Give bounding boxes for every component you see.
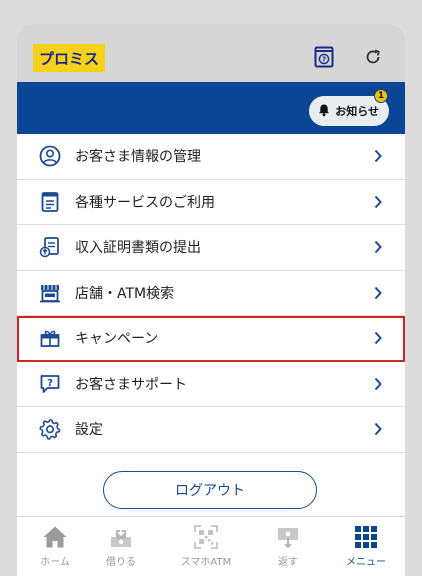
- notice-count-badge: 1: [374, 89, 388, 103]
- menu-item-store-atm[interactable]: 店舗・ATM検索: [17, 271, 405, 316]
- app-screen: プロミス ? お知らせ 1 お客さま情報の管理 各種サービスのご利用 収入証明書…: [17, 24, 405, 576]
- upload-document-icon: [38, 235, 62, 259]
- menu-item-services[interactable]: 各種サービスのご利用: [17, 180, 405, 225]
- notice-bar: お知らせ 1: [17, 82, 405, 134]
- menu-item-support[interactable]: ? お客さまサポート: [17, 362, 405, 407]
- chevron-right-icon: [373, 376, 383, 392]
- menu-item-label: 店舗・ATM検索: [75, 285, 175, 302]
- home-icon: [41, 523, 69, 551]
- menu-item-label: 収入証明書類の提出: [75, 240, 201, 257]
- tab-repay[interactable]: 返す: [250, 523, 326, 573]
- menu-item-campaign[interactable]: キャンペーン: [17, 316, 405, 362]
- menu-item-label: 設定: [75, 422, 103, 439]
- bottom-tab-bar: ホーム 借りる スマホATM 返す メニュー: [17, 516, 405, 576]
- notice-button[interactable]: お知らせ 1: [309, 89, 389, 126]
- tab-label: スマホATM: [180, 557, 232, 568]
- store-icon: [38, 281, 62, 305]
- document-icon: [38, 190, 62, 214]
- menu-item-settings[interactable]: 設定: [17, 407, 405, 453]
- logo-text: プロミス: [39, 49, 100, 68]
- logout-section: ログアウト: [17, 459, 405, 519]
- logout-label: ログアウト: [175, 483, 245, 499]
- menu-item-label: キャンペーン: [75, 331, 159, 348]
- gift-icon: [38, 326, 62, 350]
- tab-label: ホーム: [40, 557, 70, 568]
- user-circle-icon: [38, 144, 62, 168]
- tab-home[interactable]: ホーム: [17, 523, 93, 573]
- tab-label: 借りる: [106, 557, 136, 568]
- chevron-right-icon: [373, 330, 383, 346]
- menu-item-income-proof[interactable]: 収入証明書類の提出: [17, 225, 405, 271]
- chevron-right-icon: [373, 285, 383, 301]
- tab-label: メニュー: [346, 557, 386, 568]
- notice-label: お知らせ: [335, 105, 379, 118]
- tab-menu[interactable]: メニュー: [328, 523, 404, 573]
- help-chat-icon: ?: [38, 372, 62, 396]
- logout-button[interactable]: ログアウト: [103, 471, 317, 509]
- app-header: プロミス ?: [17, 24, 405, 82]
- repay-icon: [274, 523, 302, 551]
- svg-text:?: ?: [322, 56, 326, 64]
- gear-icon: [38, 417, 62, 441]
- chevron-right-icon: [373, 239, 383, 255]
- menu-item-label: お客さまサポート: [75, 376, 187, 393]
- grid-menu-icon: [352, 523, 380, 551]
- tab-smartphone-atm[interactable]: スマホATM: [168, 523, 244, 573]
- menu-item-customer-info[interactable]: お客さま情報の管理: [17, 134, 405, 180]
- faq-icon[interactable]: ?: [313, 45, 335, 69]
- menu-item-label: 各種サービスのご利用: [75, 194, 215, 211]
- borrow-icon: [107, 523, 135, 551]
- qr-icon: [192, 523, 220, 551]
- tab-borrow[interactable]: 借りる: [83, 523, 159, 573]
- promise-logo[interactable]: プロミス: [33, 44, 106, 72]
- menu-item-label: お客さま情報の管理: [75, 149, 201, 166]
- menu-list: お客さま情報の管理 各種サービスのご利用 収入証明書類の提出 店舗・ATM検索 …: [17, 134, 405, 453]
- chevron-right-icon: [373, 148, 383, 164]
- tab-label: 返す: [278, 557, 298, 568]
- bell-icon: [317, 102, 331, 121]
- chevron-right-icon: [373, 421, 383, 437]
- refresh-icon[interactable]: [362, 45, 384, 69]
- chevron-right-icon: [373, 194, 383, 210]
- svg-text:?: ?: [47, 378, 53, 389]
